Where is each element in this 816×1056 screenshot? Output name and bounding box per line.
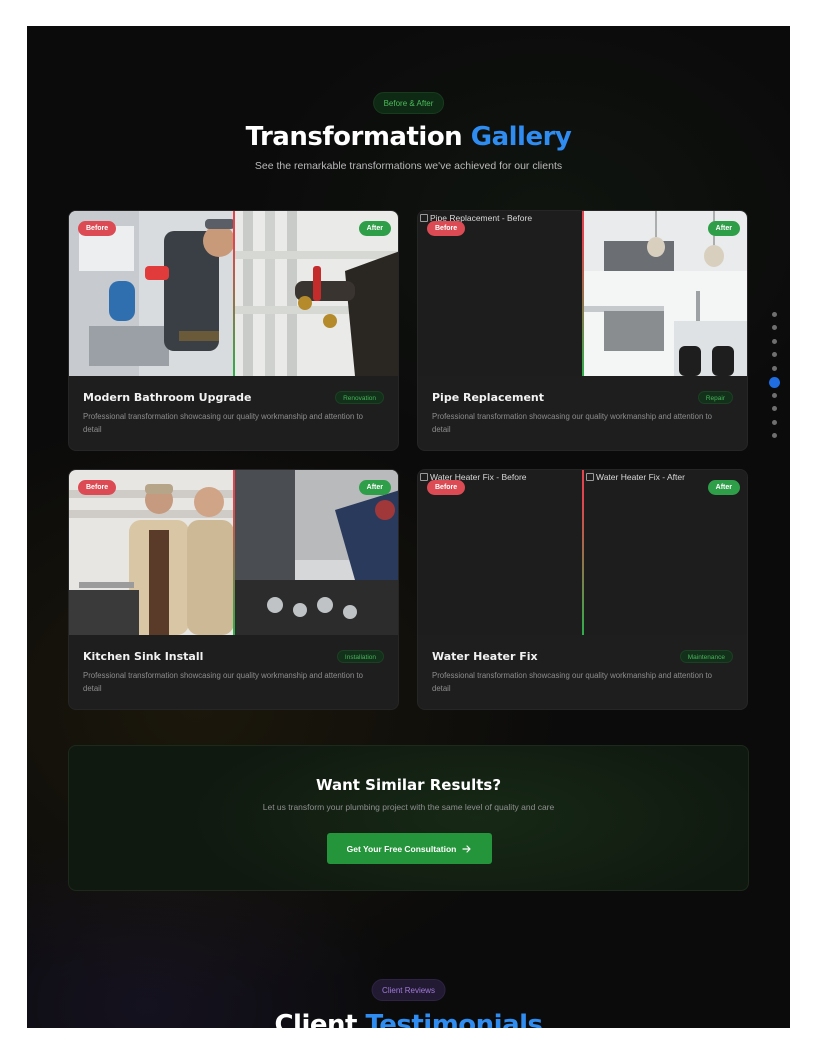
after-badge: After bbox=[358, 480, 391, 495]
section-badge: Before & After bbox=[372, 92, 445, 114]
before-after-comparison[interactable]: Water Heater Fix - Before Water Heater F… bbox=[418, 470, 747, 635]
card-title: Modern Bathroom Upgrade bbox=[83, 391, 252, 404]
card-title: Water Heater Fix bbox=[432, 650, 538, 663]
gallery-title: Transformation Gallery bbox=[27, 122, 790, 152]
section-dot[interactable] bbox=[772, 325, 777, 330]
gallery-subtitle: See the remarkable transformations we've… bbox=[254, 160, 563, 172]
before-badge: Before bbox=[78, 221, 117, 236]
category-tag: Maintenance bbox=[679, 650, 733, 663]
cta-panel: Want Similar Results? Let us transform y… bbox=[68, 745, 749, 891]
section-dot[interactable] bbox=[772, 352, 777, 357]
gallery-card[interactable]: Before After Kitchen Sink Install Instal… bbox=[68, 469, 399, 710]
card-title: Kitchen Sink Install bbox=[83, 650, 204, 663]
broken-image-icon bbox=[420, 214, 428, 222]
free-consultation-button[interactable]: Get Your Free Consultation bbox=[327, 833, 492, 864]
after-badge: After bbox=[707, 480, 740, 495]
section-dot[interactable] bbox=[772, 312, 777, 317]
before-after-comparison[interactable]: Pipe Replacement - Before Before After bbox=[418, 211, 747, 376]
before-after-comparison[interactable]: Before After bbox=[69, 211, 398, 376]
comparison-divider[interactable] bbox=[582, 470, 584, 635]
arrow-right-icon bbox=[462, 844, 472, 854]
testimonials-title: Client Testimonials bbox=[27, 1010, 790, 1028]
comparison-divider[interactable] bbox=[233, 211, 235, 376]
before-badge: Before bbox=[427, 480, 466, 495]
cta-subtitle: Let us transform your plumbing project w… bbox=[262, 802, 555, 812]
card-description: Professional transformation showcasing o… bbox=[432, 412, 712, 434]
after-badge: After bbox=[707, 221, 740, 236]
section-badge: Client Reviews bbox=[371, 979, 446, 1001]
section-dot[interactable] bbox=[772, 420, 777, 425]
card-description: Professional transformation showcasing o… bbox=[83, 412, 363, 434]
section-dot[interactable] bbox=[772, 339, 777, 344]
broken-image-icon bbox=[586, 473, 594, 481]
broken-image-alt: Water Heater Fix - After bbox=[586, 472, 685, 482]
page-frame: Before & After Transformation Gallery Se… bbox=[27, 26, 790, 1028]
gallery-card[interactable]: Water Heater Fix - Before Water Heater F… bbox=[417, 469, 748, 710]
gallery-card[interactable]: Before After Modern Bathroom Upgrade Ren… bbox=[68, 210, 399, 451]
button-label: Get Your Free Consultation bbox=[346, 843, 457, 854]
before-after-comparison[interactable]: Before After bbox=[69, 470, 398, 635]
section-dot[interactable] bbox=[772, 406, 777, 411]
comparison-divider[interactable] bbox=[582, 211, 584, 376]
card-title: Pipe Replacement bbox=[432, 391, 544, 404]
category-tag: Installation bbox=[336, 650, 384, 663]
category-tag: Renovation bbox=[335, 391, 384, 404]
section-dot[interactable] bbox=[772, 433, 777, 438]
section-dot[interactable] bbox=[772, 393, 777, 398]
title-main: Client bbox=[274, 1010, 366, 1028]
section-dot[interactable] bbox=[772, 366, 777, 371]
gallery-card[interactable]: Pipe Replacement - Before Before After P… bbox=[417, 210, 748, 451]
title-accent: Gallery bbox=[470, 122, 572, 152]
category-tag: Repair bbox=[697, 391, 733, 404]
title-accent: Testimonials bbox=[365, 1010, 543, 1028]
after-badge: After bbox=[358, 221, 391, 236]
before-badge: Before bbox=[78, 480, 117, 495]
cta-title: Want Similar Results? bbox=[315, 776, 502, 794]
broken-image-icon bbox=[420, 473, 428, 481]
section-dot-active[interactable] bbox=[769, 377, 780, 388]
card-description: Professional transformation showcasing o… bbox=[432, 671, 712, 693]
title-main: Transformation bbox=[245, 122, 471, 152]
comparison-divider[interactable] bbox=[233, 470, 235, 635]
card-description: Professional transformation showcasing o… bbox=[83, 671, 363, 693]
before-badge: Before bbox=[427, 221, 466, 236]
